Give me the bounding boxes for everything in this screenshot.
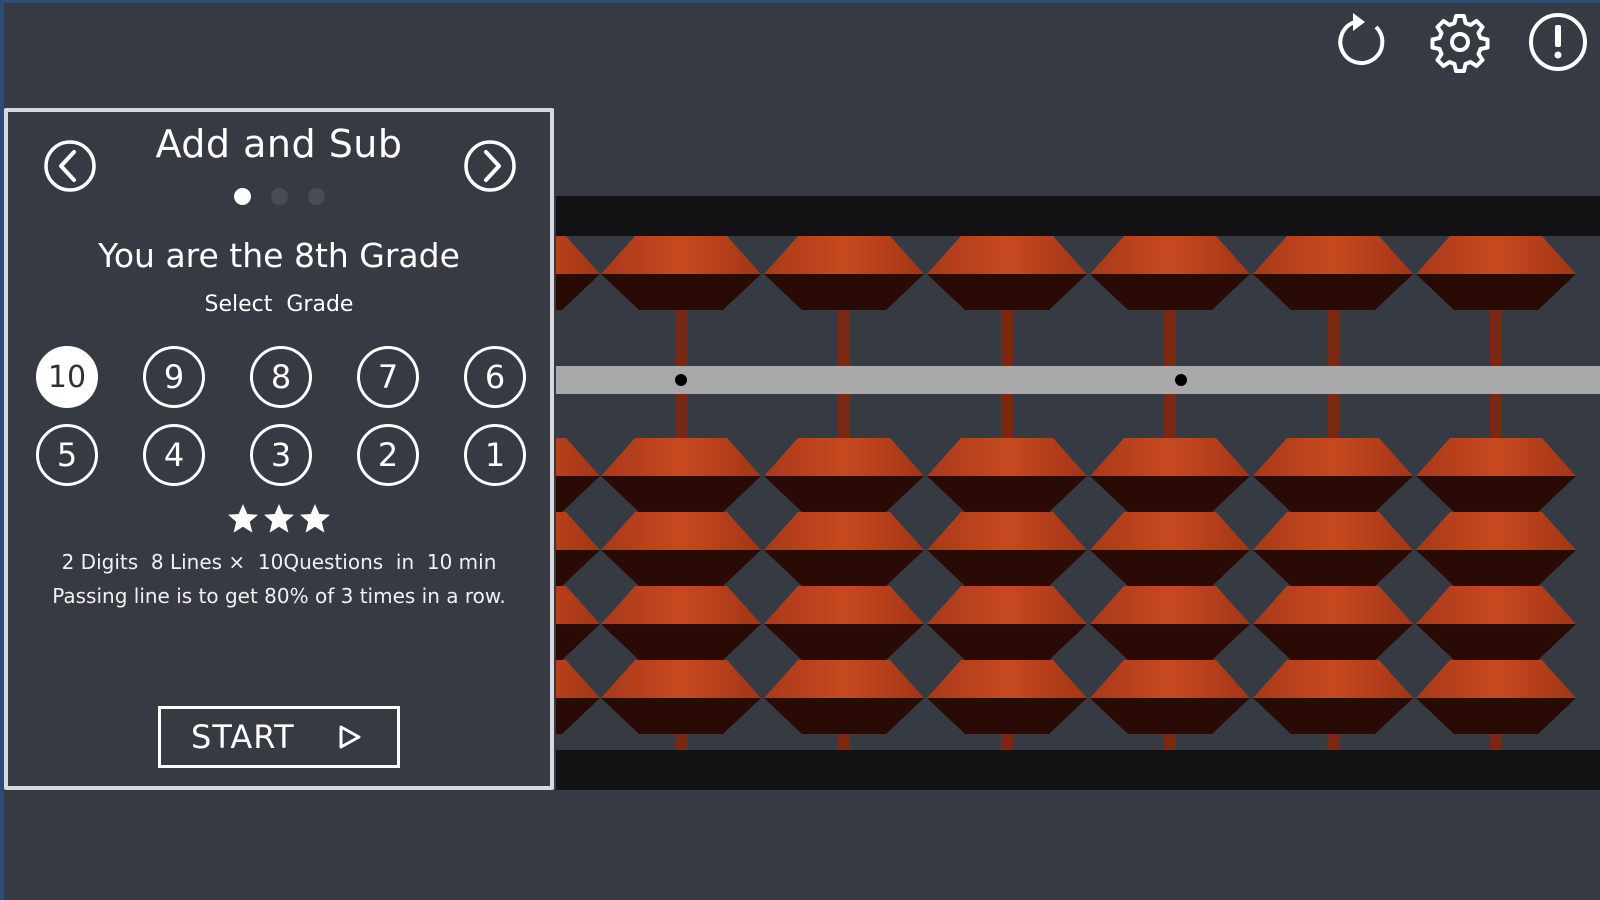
reset-icon[interactable] xyxy=(1330,10,1394,74)
app-screen: Add and Sub You are the 8th Grade Select… xyxy=(0,0,1600,900)
abacus-beam xyxy=(556,366,1600,394)
gear-icon[interactable] xyxy=(1428,10,1492,74)
grade-button-4[interactable]: 4 xyxy=(143,424,205,486)
grade-button-grid: 10 9 8 7 6 5 4 3 2 1 xyxy=(36,346,526,486)
star-icon xyxy=(262,502,296,536)
start-button[interactable]: START xyxy=(158,706,400,768)
select-grade-label: Select Grade xyxy=(204,292,354,317)
page-dot[interactable] xyxy=(307,188,325,205)
grade-button-5[interactable]: 5 xyxy=(36,424,98,486)
grade-button-6[interactable]: 6 xyxy=(464,346,526,408)
page-dot[interactable] xyxy=(270,188,288,205)
star-icon xyxy=(298,502,332,536)
beam-unit-dot xyxy=(675,374,687,386)
passing-line-text: Passing line is to get 80% of 3 times in… xyxy=(52,584,506,608)
grade-button-9[interactable]: 9 xyxy=(143,346,205,408)
soroban-abacus[interactable] xyxy=(556,196,1600,790)
grade-button-3[interactable]: 3 xyxy=(250,424,312,486)
exercise-spec-text: 2 Digits 8 Lines × 10Questions in 10 min xyxy=(61,550,497,574)
grade-button-10[interactable]: 10 xyxy=(36,346,98,408)
start-button-label: START xyxy=(191,718,295,756)
current-grade-heading: You are the 8th Grade xyxy=(98,236,460,275)
info-icon[interactable] xyxy=(1526,10,1590,74)
page-indicator xyxy=(8,188,550,205)
grade-button-2[interactable]: 2 xyxy=(357,424,419,486)
play-icon xyxy=(339,725,361,749)
grade-button-7[interactable]: 7 xyxy=(357,346,419,408)
star-icon xyxy=(226,502,260,536)
abacus-bottom-frame xyxy=(556,750,1600,790)
grade-button-8[interactable]: 8 xyxy=(250,346,312,408)
beam-unit-dot xyxy=(1175,374,1187,386)
star-rating xyxy=(8,502,550,536)
grade-select-panel: Add and Sub You are the 8th Grade Select… xyxy=(4,108,554,790)
next-page-button[interactable] xyxy=(462,138,518,194)
page-dot[interactable] xyxy=(233,188,251,205)
chevron-right-icon xyxy=(464,140,516,192)
grade-button-1[interactable]: 1 xyxy=(464,424,526,486)
abacus-top-frame xyxy=(556,196,1600,236)
